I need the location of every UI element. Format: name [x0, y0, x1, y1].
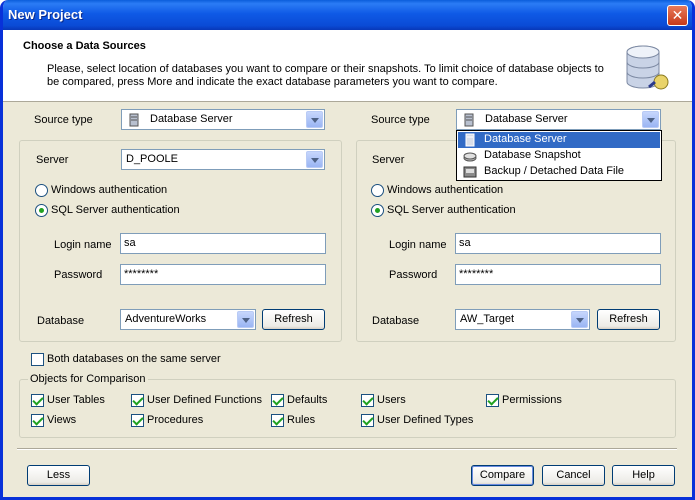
chevron-down-icon[interactable]	[571, 311, 588, 328]
right-database-select[interactable]: AW_Target	[455, 309, 590, 330]
views-checkbox[interactable]	[31, 414, 44, 427]
server-icon	[464, 113, 474, 127]
left-server-label: Server	[36, 154, 69, 166]
left-sql-auth-radio[interactable]	[35, 204, 48, 217]
cancel-button[interactable]: Cancel	[542, 465, 605, 486]
chevron-down-icon[interactable]	[237, 311, 254, 328]
close-button[interactable]: ✕	[667, 5, 688, 26]
right-login-input[interactable]: sa	[455, 233, 661, 254]
help-button[interactable]: Help	[612, 465, 675, 486]
less-button[interactable]: Less	[27, 465, 90, 486]
procedures-label[interactable]: Procedures	[147, 414, 203, 426]
chevron-down-icon[interactable]	[642, 111, 659, 128]
dropdown-item-database-server[interactable]: Database Server	[458, 132, 660, 148]
left-login-input[interactable]: sa	[120, 233, 326, 254]
backup-file-icon	[463, 166, 477, 178]
chevron-down-icon[interactable]	[306, 111, 323, 128]
permissions-label[interactable]: Permissions	[502, 394, 562, 406]
rules-checkbox[interactable]	[271, 414, 284, 427]
user-tables-label[interactable]: User Tables	[47, 394, 105, 406]
defaults-label[interactable]: Defaults	[287, 394, 327, 406]
objects-legend: Objects for Comparison	[28, 373, 148, 385]
user-defined-types-label[interactable]: User Defined Types	[377, 414, 473, 426]
right-password-label: Password	[389, 269, 438, 281]
right-database-label: Database	[372, 315, 420, 327]
user-defined-functions-checkbox[interactable]	[131, 394, 144, 407]
left-windows-auth-label[interactable]: Windows authentication	[51, 184, 167, 196]
compare-button[interactable]: Compare	[471, 465, 534, 486]
right-windows-auth-label[interactable]: Windows authentication	[387, 184, 503, 196]
procedures-checkbox[interactable]	[131, 414, 144, 427]
footer-separator	[17, 448, 677, 450]
left-password-input[interactable]: ********	[120, 264, 326, 285]
left-database-select[interactable]: AdventureWorks	[120, 309, 256, 330]
new-project-dialog: New Project ✕ Choose a Data Sources Plea…	[0, 0, 695, 500]
same-server-label[interactable]: Both databases on the same server	[47, 353, 221, 365]
right-sql-auth-label[interactable]: SQL Server authentication	[387, 204, 516, 216]
defaults-checkbox[interactable]	[271, 394, 284, 407]
dropdown-item-backup-file[interactable]: Backup / Detached Data File	[458, 164, 660, 180]
server-icon	[129, 113, 139, 127]
server-icon	[465, 133, 475, 147]
right-server-label: Server	[372, 154, 405, 166]
right-login-label: Login name	[389, 239, 447, 251]
user-defined-functions-label[interactable]: User Defined Functions	[147, 394, 262, 406]
same-server-checkbox[interactable]	[31, 353, 44, 366]
window-title: New Project	[8, 7, 83, 22]
left-password-label: Password	[54, 269, 103, 281]
left-server-select[interactable]: D_POOLE	[121, 149, 325, 170]
users-checkbox[interactable]	[361, 394, 374, 407]
header-panel: Choose a Data Sources Please, select loc…	[3, 30, 692, 102]
left-database-label: Database	[37, 315, 85, 327]
views-label[interactable]: Views	[47, 414, 76, 426]
right-refresh-button[interactable]: Refresh	[597, 309, 660, 330]
user-defined-types-checkbox[interactable]	[361, 414, 374, 427]
rules-label[interactable]: Rules	[287, 414, 315, 426]
header-description: Please, select location of databases you…	[47, 63, 604, 88]
left-source-type-select[interactable]: Database Server	[121, 109, 325, 130]
chevron-down-icon[interactable]	[306, 151, 323, 168]
database-icon	[626, 45, 669, 90]
snapshot-icon	[463, 152, 477, 162]
dropdown-item-database-snapshot[interactable]: Database Snapshot	[458, 148, 660, 164]
source-type-dropdown-list: Database Server Database Snapshot Backup…	[456, 130, 662, 181]
left-login-label: Login name	[54, 239, 112, 251]
right-windows-auth-radio[interactable]	[371, 184, 384, 197]
right-sql-auth-radio[interactable]	[371, 204, 384, 217]
users-label[interactable]: Users	[377, 394, 406, 406]
user-tables-checkbox[interactable]	[31, 394, 44, 407]
header-title: Choose a Data Sources	[23, 40, 146, 52]
permissions-checkbox[interactable]	[486, 394, 499, 407]
title-bar[interactable]: New Project ✕	[3, 0, 692, 30]
left-source-type-label: Source type	[34, 114, 93, 126]
right-source-type-select[interactable]: Database Server	[456, 109, 661, 130]
left-sql-auth-label[interactable]: SQL Server authentication	[51, 204, 180, 216]
right-password-input[interactable]: ********	[455, 264, 661, 285]
left-windows-auth-radio[interactable]	[35, 184, 48, 197]
objects-group	[19, 379, 676, 438]
right-source-type-label: Source type	[371, 114, 430, 126]
left-refresh-button[interactable]: Refresh	[262, 309, 325, 330]
